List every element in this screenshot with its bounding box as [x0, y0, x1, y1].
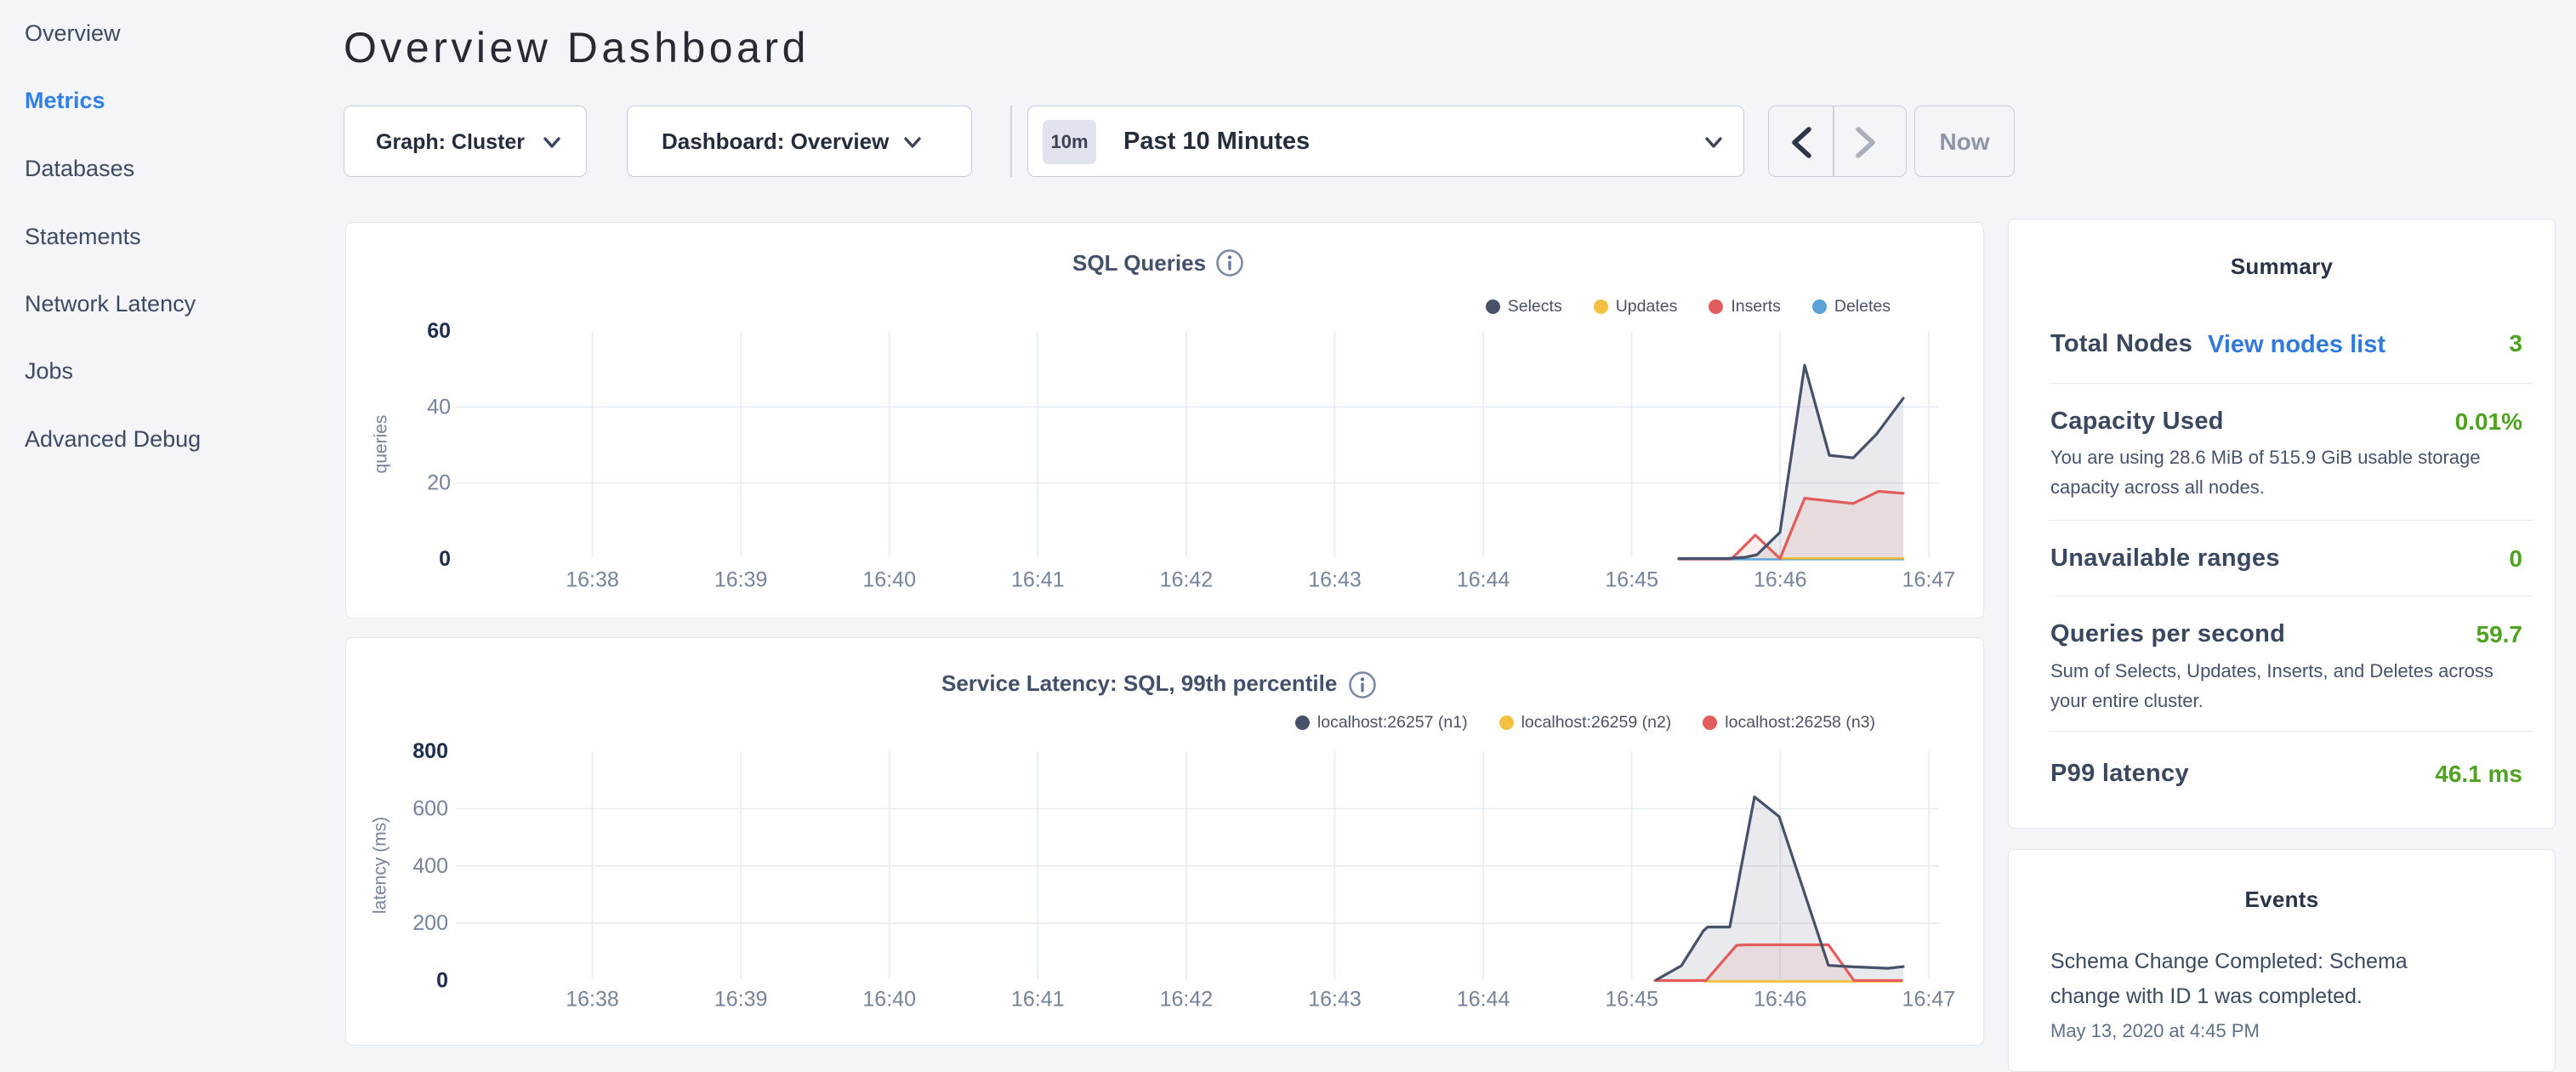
svg-text:0: 0	[439, 547, 451, 571]
svg-text:latency (ms): latency (ms)	[371, 817, 390, 914]
svg-text:400: 400	[412, 854, 448, 878]
svg-text:16:43: 16:43	[1308, 988, 1362, 1012]
svg-text:16:47: 16:47	[1902, 568, 1956, 592]
svg-text:16:44: 16:44	[1457, 988, 1510, 1012]
svg-text:16:43: 16:43	[1308, 568, 1362, 592]
svg-text:16:38: 16:38	[566, 568, 619, 592]
svg-text:16:41: 16:41	[1011, 568, 1065, 592]
svg-text:60: 60	[427, 319, 451, 343]
svg-text:16:46: 16:46	[1754, 988, 1807, 1012]
svg-text:16:41: 16:41	[1011, 988, 1065, 1012]
svg-text:16:44: 16:44	[1457, 568, 1510, 592]
svg-text:16:39: 16:39	[714, 988, 768, 1012]
svg-text:16:39: 16:39	[714, 568, 768, 592]
svg-text:16:40: 16:40	[862, 988, 916, 1012]
svg-text:queries: queries	[372, 415, 391, 474]
svg-text:16:40: 16:40	[862, 568, 916, 592]
svg-text:40: 40	[427, 395, 451, 419]
svg-text:16:45: 16:45	[1605, 988, 1658, 1012]
svg-text:600: 600	[412, 796, 448, 820]
svg-text:0: 0	[436, 969, 448, 993]
svg-text:200: 200	[412, 911, 448, 935]
svg-text:20: 20	[427, 471, 451, 495]
svg-text:800: 800	[412, 739, 448, 763]
svg-text:16:47: 16:47	[1902, 988, 1956, 1012]
svg-text:16:42: 16:42	[1160, 568, 1214, 592]
svg-text:16:38: 16:38	[566, 988, 619, 1012]
svg-text:16:42: 16:42	[1160, 988, 1214, 1012]
svg-text:16:45: 16:45	[1605, 568, 1658, 592]
svg-text:16:46: 16:46	[1754, 568, 1807, 592]
